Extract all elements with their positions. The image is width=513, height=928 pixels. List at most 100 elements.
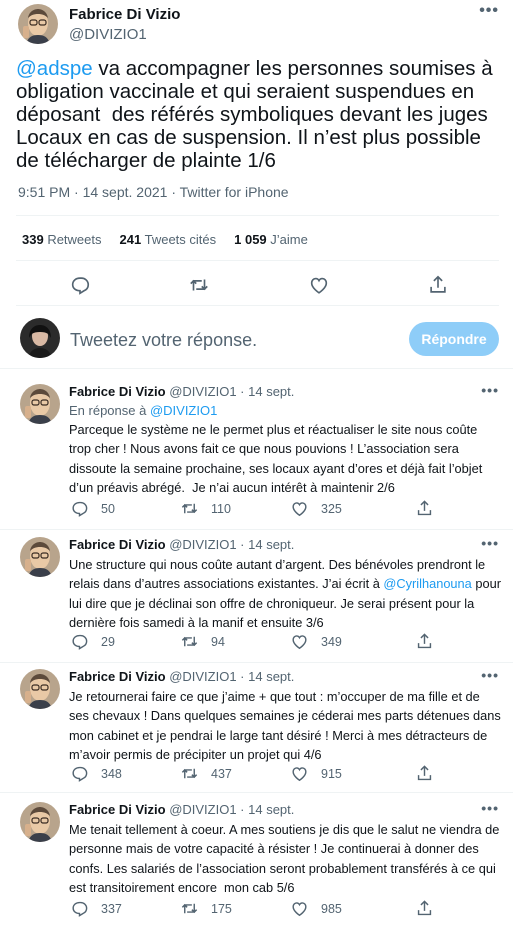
share-icon xyxy=(415,899,434,918)
tweet-timestamp[interactable]: 9:51 PM · 14 sept. 2021 · Twitter for iP… xyxy=(18,184,289,200)
like-button[interactable]: 985 xyxy=(290,899,342,918)
reply-meta[interactable]: @DIVIZIO1 · 14 sept. xyxy=(166,537,294,552)
tweet-text: @adspe va accompagner les personnes soum… xyxy=(16,57,499,172)
retweet-icon xyxy=(180,899,199,918)
retweets-stat[interactable]: 339 Retweets xyxy=(22,232,102,247)
in-reply-to: En réponse à @DIVIZIO1 xyxy=(69,403,217,418)
retweet-icon xyxy=(188,274,210,296)
reply-author-name[interactable]: Fabrice Di Vizio xyxy=(69,384,166,399)
reply-author-name[interactable]: Fabrice Di Vizio xyxy=(69,537,166,552)
like-count: 985 xyxy=(321,901,342,916)
reply-icon xyxy=(69,274,91,296)
author-avatar[interactable] xyxy=(18,4,58,44)
reply-text: Me tenait tellement à coeur. A mes souti… xyxy=(69,822,503,895)
likes-label: J’aime xyxy=(266,232,308,247)
author-avatar[interactable] xyxy=(20,384,60,424)
author-block: Fabrice Di Vizio @DIVIZIO1 xyxy=(69,6,180,44)
share-button[interactable] xyxy=(415,899,434,918)
in-reply-handle[interactable]: @DIVIZIO1 xyxy=(150,403,217,418)
reply-button[interactable]: 29 xyxy=(70,632,115,651)
more-options-icon[interactable]: ••• xyxy=(481,382,499,398)
divider xyxy=(16,305,499,306)
tweet-stats: 339 Retweets 241 Tweets cités 1 059 J’ai… xyxy=(22,232,308,247)
reply-actions: 50 110 325 xyxy=(0,499,513,519)
share-button[interactable] xyxy=(415,499,434,518)
author-name[interactable]: Fabrice Di Vizio xyxy=(69,6,180,23)
reply-meta[interactable]: @DIVIZIO1 · 14 sept. xyxy=(166,669,294,684)
reply-text: Une structure qui nous coûte autant d’ar… xyxy=(69,555,501,632)
author-avatar[interactable] xyxy=(20,802,60,842)
divider xyxy=(0,792,513,793)
reply-count: 348 xyxy=(101,766,122,781)
retweet-button[interactable]: 175 xyxy=(180,899,232,918)
share-icon xyxy=(415,499,434,518)
divider xyxy=(0,368,513,369)
retweet-button[interactable]: 437 xyxy=(180,764,232,783)
current-user-avatar[interactable] xyxy=(20,318,60,358)
reply-header: Fabrice Di Vizio @DIVIZIO1 · 14 sept. xyxy=(69,384,294,400)
more-options-icon[interactable]: ••• xyxy=(481,800,499,816)
reply-actions: 29 94 349 xyxy=(0,632,513,652)
like-count: 915 xyxy=(321,766,342,781)
likes-stat[interactable]: 1 059 J’aime xyxy=(234,232,308,247)
reply-header: Fabrice Di Vizio @DIVIZIO1 · 14 sept. xyxy=(69,537,294,553)
more-options-icon[interactable]: ••• xyxy=(481,667,499,683)
reply-icon xyxy=(70,899,89,918)
like-button[interactable] xyxy=(308,274,330,296)
reply-header: Fabrice Di Vizio @DIVIZIO1 · 14 sept. xyxy=(69,669,294,685)
share-icon xyxy=(415,632,434,651)
heart-icon xyxy=(290,764,309,783)
reply-composer: Tweetez votre réponse. Répondre xyxy=(0,312,513,366)
retweet-count: 110 xyxy=(211,501,231,516)
retweet-button[interactable] xyxy=(188,274,210,296)
reply-button[interactable] xyxy=(69,274,91,296)
reply-submit-button[interactable]: Répondre xyxy=(409,322,499,356)
more-options-icon[interactable]: ••• xyxy=(481,535,499,551)
like-count: 325 xyxy=(321,501,342,516)
retweet-count: 175 xyxy=(211,901,232,916)
reply-icon xyxy=(70,499,89,518)
retweet-icon xyxy=(180,764,199,783)
like-button[interactable]: 325 xyxy=(290,499,342,518)
in-reply-prefix: En réponse à xyxy=(69,403,150,418)
reply-input[interactable]: Tweetez votre réponse. xyxy=(70,330,257,351)
main-tweet-actions xyxy=(0,264,513,304)
reply-meta[interactable]: @DIVIZIO1 · 14 sept. xyxy=(166,384,294,399)
share-icon xyxy=(427,274,449,296)
author-handle[interactable]: @DIVIZIO1 xyxy=(69,25,180,44)
reply-button[interactable]: 348 xyxy=(70,764,122,783)
retweet-count: 94 xyxy=(211,634,225,649)
reply-meta[interactable]: @DIVIZIO1 · 14 sept. xyxy=(166,802,294,817)
share-button[interactable] xyxy=(427,274,449,296)
more-options-icon[interactable]: ••• xyxy=(479,2,499,20)
reply-button[interactable]: 50 xyxy=(70,499,115,518)
reply-count: 337 xyxy=(101,901,122,916)
like-button[interactable]: 349 xyxy=(290,632,342,651)
heart-icon xyxy=(290,632,309,651)
author-avatar[interactable] xyxy=(20,537,60,577)
like-button[interactable]: 915 xyxy=(290,764,342,783)
retweet-button[interactable]: 110 xyxy=(180,499,231,518)
reply-icon xyxy=(70,764,89,783)
mention-link[interactable]: @adspe xyxy=(16,57,93,80)
author-avatar[interactable] xyxy=(20,669,60,709)
reply-button[interactable]: 337 xyxy=(70,899,122,918)
reply-author-name[interactable]: Fabrice Di Vizio xyxy=(69,669,166,684)
heart-icon xyxy=(290,499,309,518)
share-button[interactable] xyxy=(415,632,434,651)
divider xyxy=(16,260,499,261)
retweet-count: 437 xyxy=(211,766,232,781)
reply-author-name[interactable]: Fabrice Di Vizio xyxy=(69,802,166,817)
retweet-button[interactable]: 94 xyxy=(180,632,225,651)
quotes-count: 241 xyxy=(119,232,142,247)
quotes-label: Tweets cités xyxy=(141,232,217,247)
share-button[interactable] xyxy=(415,764,434,783)
mention-link[interactable]: @Cyrilhanouna xyxy=(383,576,471,591)
retweets-label: Retweets xyxy=(43,232,102,247)
reply-actions: 348 437 915 xyxy=(0,764,513,784)
retweet-icon xyxy=(180,499,199,518)
retweet-icon xyxy=(180,632,199,651)
share-icon xyxy=(415,764,434,783)
heart-icon xyxy=(308,274,330,296)
quotes-stat[interactable]: 241 Tweets cités xyxy=(120,232,217,247)
